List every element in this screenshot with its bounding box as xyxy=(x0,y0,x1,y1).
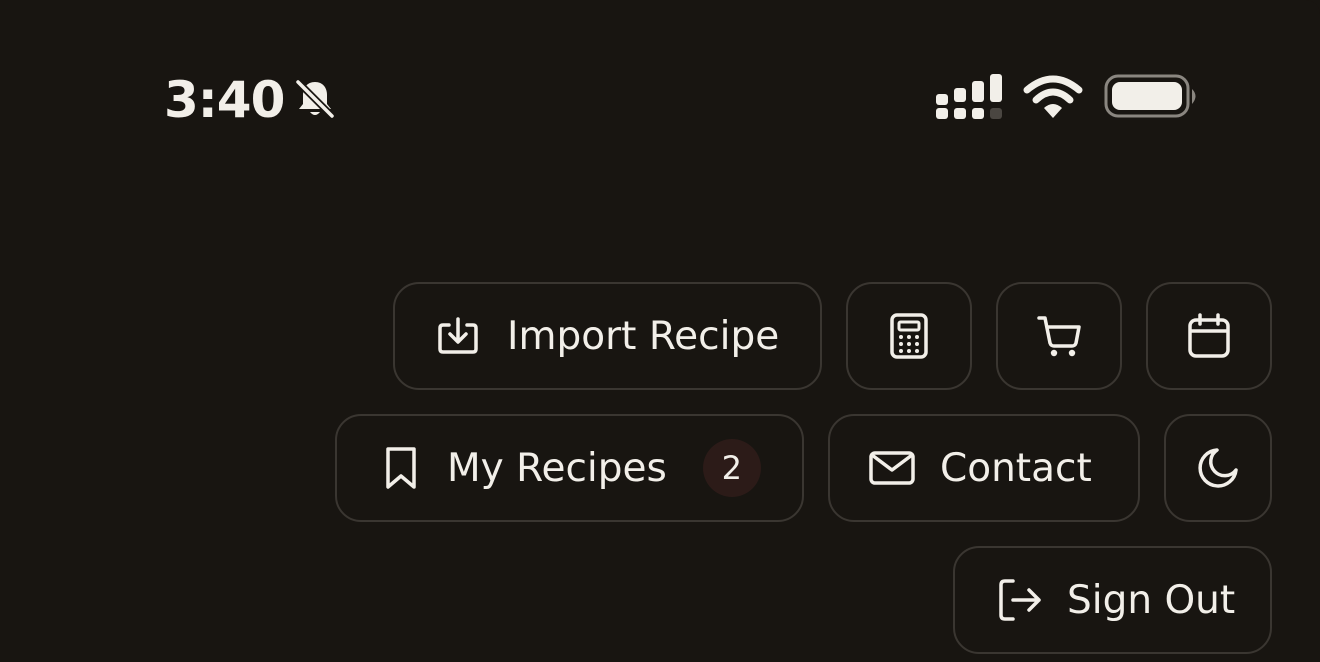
my-recipes-button[interactable]: My Recipes 2 xyxy=(335,414,804,522)
import-recipe-button[interactable]: Import Recipe xyxy=(393,282,822,390)
calculator-button[interactable] xyxy=(846,282,972,390)
bookmark-icon xyxy=(386,447,416,489)
import-icon xyxy=(438,317,478,354)
calculator-icon xyxy=(890,313,928,359)
calendar-icon xyxy=(1188,313,1230,358)
status-time: 3:40 xyxy=(164,71,285,129)
sign-out-button[interactable]: Sign Out xyxy=(953,546,1272,654)
shopping-cart-icon xyxy=(1037,316,1081,357)
cellular-signal-icon xyxy=(936,74,1002,119)
import-recipe-label: Import Recipe xyxy=(507,313,780,359)
my-recipes-label: My Recipes xyxy=(447,445,667,491)
bell-slash-icon xyxy=(295,79,335,119)
moon-icon xyxy=(1198,448,1238,488)
saved-recipes-count-badge: 2 xyxy=(702,439,761,497)
app-screen: 3:40 Import Recipe My Recipes 2 Contact … xyxy=(0,0,1320,662)
theme-toggle-button[interactable] xyxy=(1164,414,1272,522)
calendar-button[interactable] xyxy=(1146,282,1272,390)
wifi-icon xyxy=(1023,75,1083,118)
mail-icon xyxy=(869,451,915,485)
battery-icon xyxy=(1104,74,1196,118)
sign-out-label: Sign Out xyxy=(1067,577,1236,623)
contact-button[interactable]: Contact xyxy=(828,414,1140,522)
sign-out-icon xyxy=(999,579,1041,621)
shopping-cart-button[interactable] xyxy=(996,282,1122,390)
contact-label: Contact xyxy=(940,445,1092,491)
